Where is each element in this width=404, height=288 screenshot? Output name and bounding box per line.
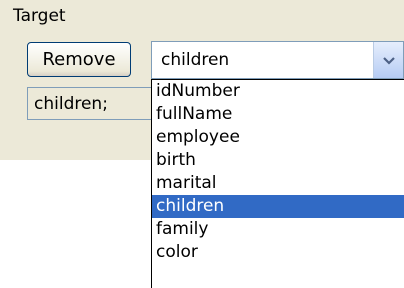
dropdown-option[interactable]: children [152, 195, 404, 218]
chevron-down-icon [382, 56, 395, 65]
combo-selected-value: children [161, 50, 230, 70]
dropdown-option[interactable]: idNumber [152, 80, 404, 103]
dropdown-list[interactable]: idNumber fullName employee birth marital… [151, 79, 404, 288]
dropdown-option[interactable]: marital [152, 172, 404, 195]
dropdown-option[interactable]: family [152, 218, 404, 241]
dropdown-option[interactable]: employee [152, 126, 404, 149]
dropdown-option[interactable]: birth [152, 149, 404, 172]
dropdown-arrow-button[interactable] [373, 42, 403, 78]
dropdown-option[interactable]: fullName [152, 103, 404, 126]
remove-button[interactable]: Remove [27, 42, 131, 77]
field-combobox[interactable]: children [151, 41, 404, 79]
group-title: Target [13, 6, 66, 26]
dropdown-option[interactable]: color [152, 241, 404, 264]
target-text-field[interactable]: children; [27, 87, 157, 120]
